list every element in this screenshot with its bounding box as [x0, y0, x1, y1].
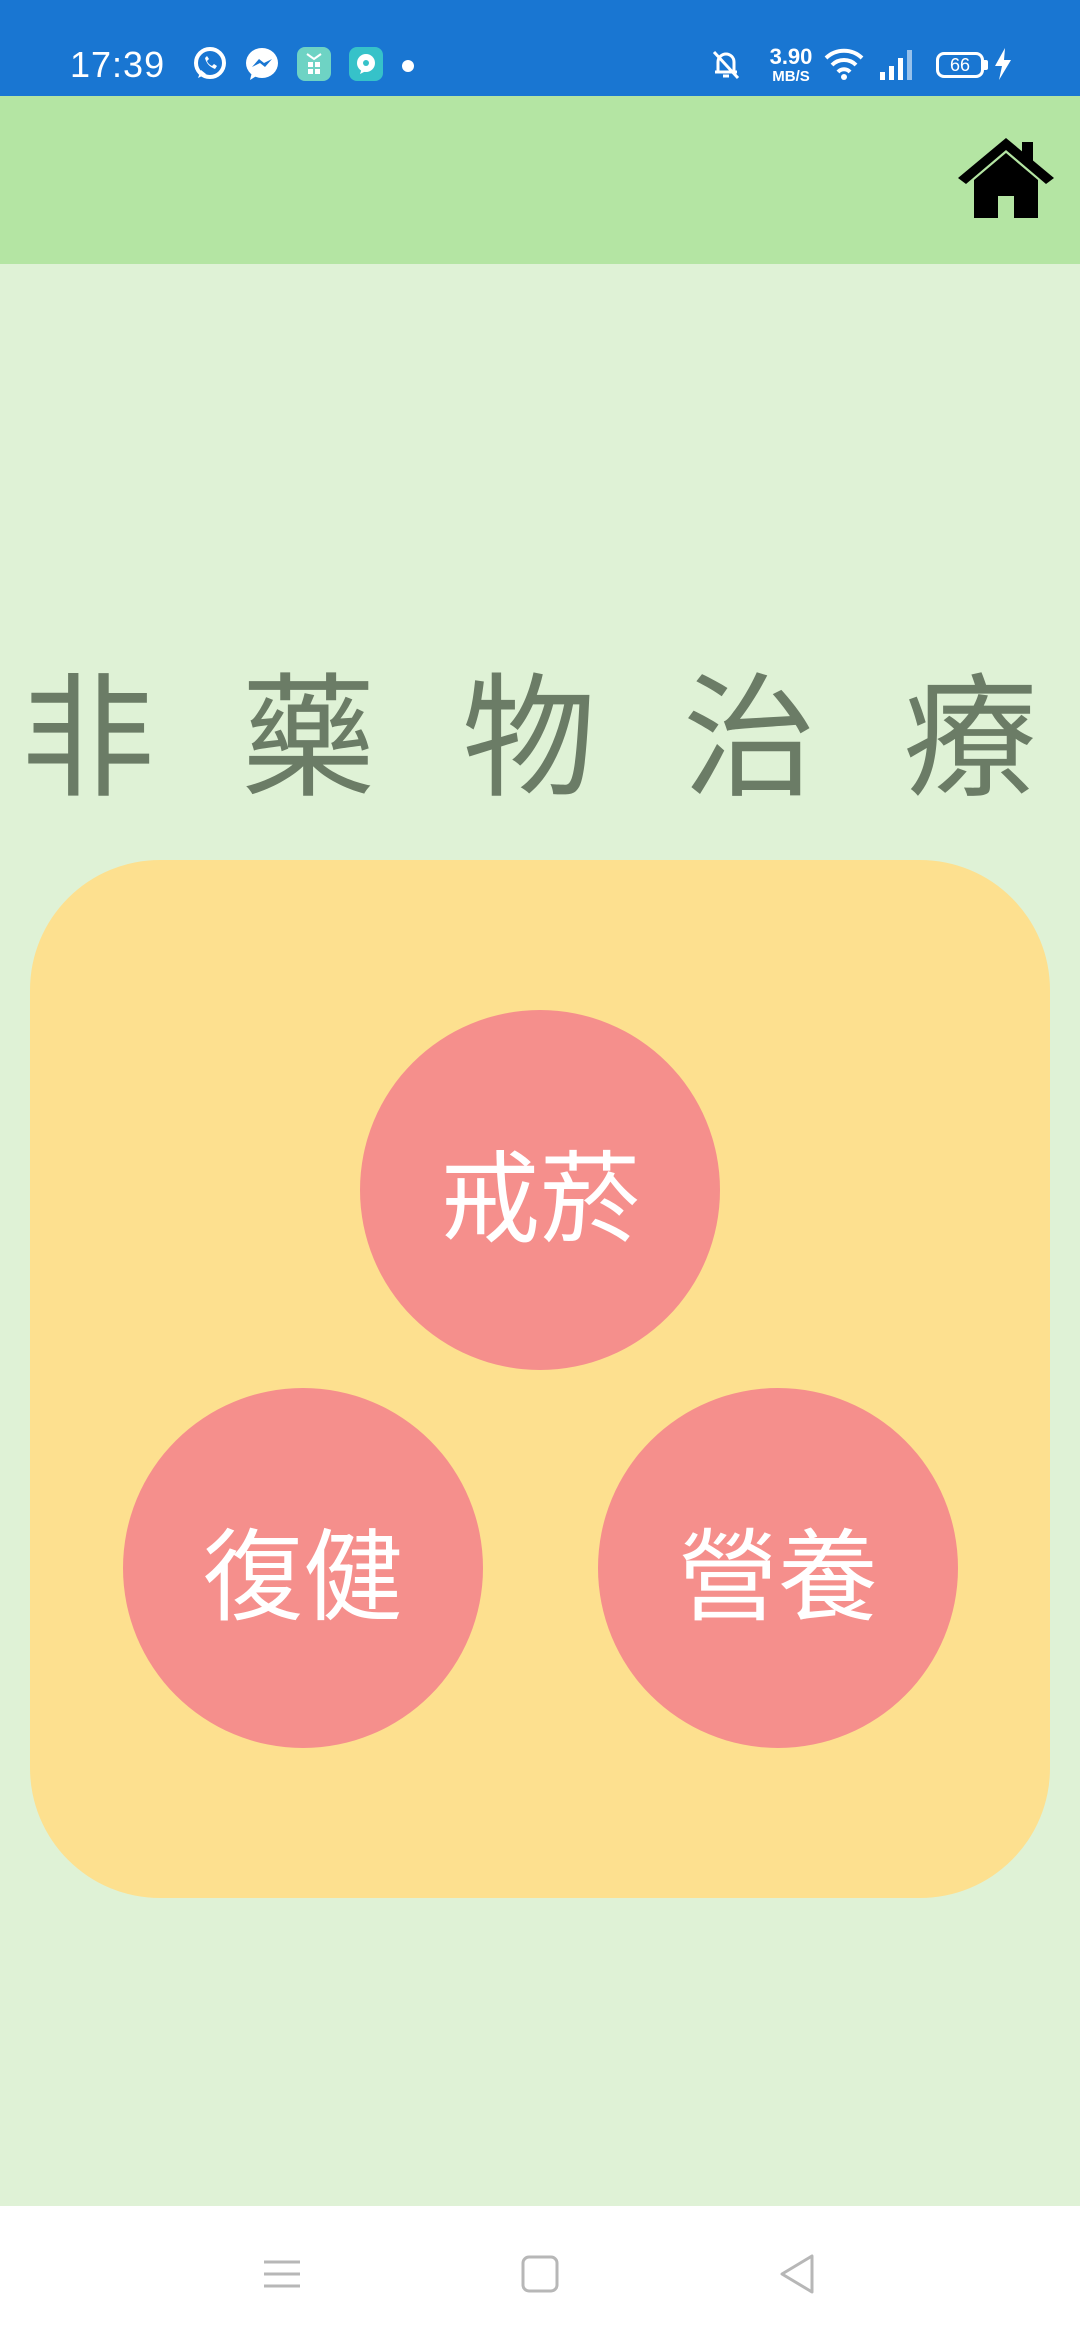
dot-icon [402, 60, 414, 72]
speed-value: 3.90 [769, 44, 813, 69]
menu-icon[interactable] [254, 2246, 310, 2302]
navigation-bar [0, 2206, 1080, 2340]
status-time: 17:39 [70, 44, 166, 85]
app-icon [297, 47, 331, 81]
page-title: 非 藥 物 治 療 [20, 661, 1060, 817]
chat-app-icon [349, 47, 383, 81]
rehab-button[interactable]: 復健 [123, 1388, 483, 1748]
status-bar: 17:39 3.90 MB/S 66 [0, 0, 1080, 96]
battery-nub [984, 60, 988, 70]
charging-icon [995, 48, 1011, 80]
home-icon[interactable] [956, 136, 1056, 220]
mute-bell-icon [712, 50, 740, 80]
speed-unit: MB/S [772, 68, 810, 85]
signal-icon [880, 50, 912, 80]
back-icon[interactable] [770, 2246, 826, 2302]
quit-smoking-button[interactable]: 戒菸 [360, 1010, 720, 1370]
whatsapp-icon [194, 47, 226, 79]
wifi-icon [824, 48, 864, 80]
battery-icon: 66 [936, 52, 984, 78]
home-square-icon[interactable] [512, 2246, 568, 2302]
toolbar [0, 96, 1080, 264]
network-speed: 3.90 MB/S [756, 44, 826, 85]
messenger-icon [246, 48, 278, 80]
nutrition-button[interactable]: 營養 [598, 1388, 958, 1748]
